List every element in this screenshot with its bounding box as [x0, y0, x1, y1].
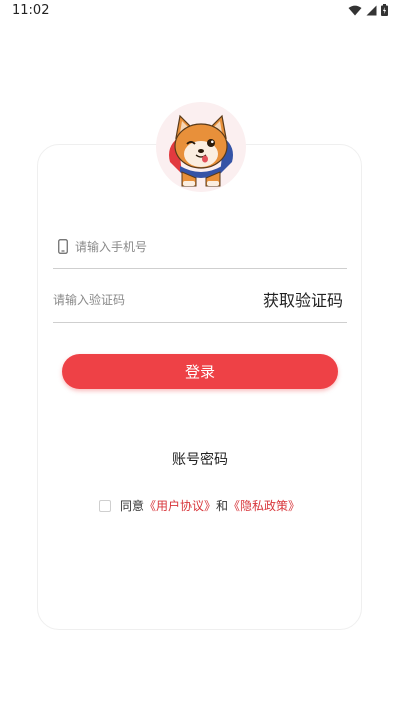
status-bar: 11:02	[0, 0, 400, 24]
status-time: 11:02	[12, 3, 50, 18]
get-code-button[interactable]: 获取验证码	[263, 287, 343, 311]
battery-icon	[381, 4, 388, 16]
verification-code-field: 获取验证码	[53, 285, 347, 323]
phone-field	[53, 232, 347, 269]
login-button[interactable]: 登录	[62, 354, 338, 389]
phone-input[interactable]	[75, 237, 335, 257]
status-icons	[348, 4, 388, 16]
account-password-login-link[interactable]: 账号密码	[0, 449, 400, 469]
shiba-dog-avatar	[169, 114, 233, 187]
privacy-policy-link[interactable]: 《隐私政策》	[228, 497, 300, 514]
user-agreement-link[interactable]: 《用户协议》	[144, 497, 216, 514]
phone-icon	[58, 239, 68, 254]
login-screen: 11:02 请输入手机号 请输入验证码 获取验证码 登录 账号密码 同意 《用户…	[0, 0, 400, 712]
verification-code-input[interactable]	[53, 290, 233, 310]
avatar	[156, 102, 246, 192]
wifi-icon	[348, 5, 362, 15]
agreement-prefix: 同意	[120, 499, 145, 513]
agreement-row: 同意 《用户协议》 和 《隐私政策》	[99, 497, 300, 514]
signal-icon	[366, 5, 377, 15]
agreement-checkbox[interactable]	[99, 499, 111, 512]
agreement-conjunction: 和	[216, 499, 229, 513]
